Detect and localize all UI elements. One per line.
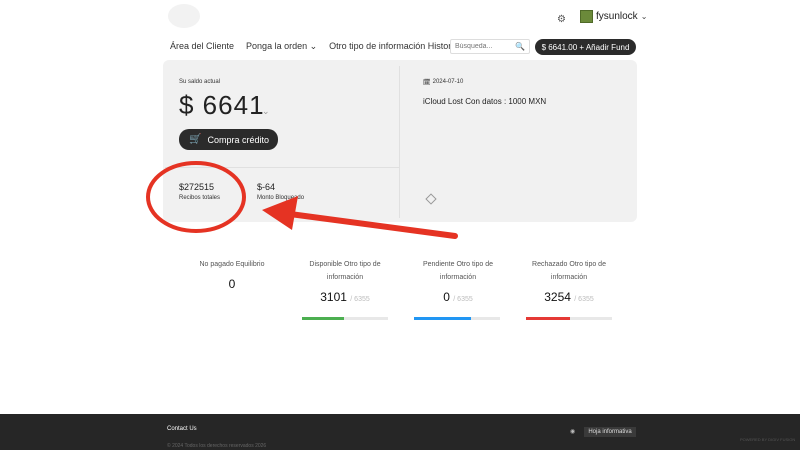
summary-available: Disponible Otro tipo de información 3101…	[300, 258, 390, 304]
total-receipts-value: $272515	[179, 182, 215, 192]
summary-value: 3101 / 6355	[300, 290, 390, 304]
summary-label: No pagado Equilibrio	[199, 261, 265, 268]
summary-number: 0	[228, 277, 236, 291]
summary-value: 0	[187, 277, 277, 291]
summary-number: 0	[443, 290, 450, 304]
summary-rejected: Rechazado Otro tipo de información 3254 …	[524, 258, 614, 304]
buy-credit-button[interactable]: 🛒 Compra crédito	[179, 129, 278, 150]
summary-value: 0 / 6355	[413, 290, 503, 304]
newsletter-button[interactable]: Hoja informativa	[584, 427, 636, 437]
nav-item-label: Ponga la orden	[246, 41, 308, 51]
summary-pending: Pendiente Otro tipo de información 0 / 6…	[413, 258, 503, 304]
chevron-down-icon: ⌄	[309, 41, 318, 51]
progress-bar-rejected	[526, 317, 612, 320]
progress-fill	[526, 317, 570, 320]
username: fysunlock	[596, 11, 638, 22]
chevron-down-icon[interactable]: ⌄	[262, 106, 270, 117]
summary-value: 3254 / 6355	[524, 290, 614, 304]
page: ⚙ fysunlock ⌄ Área del Cliente Ponga la …	[0, 0, 800, 450]
summary-total: / 6355	[350, 296, 370, 303]
gear-icon[interactable]: ⚙	[557, 14, 566, 25]
summary-number: 3254	[544, 290, 571, 304]
buy-credit-label: Compra crédito	[207, 134, 269, 145]
event-date: 🗓 2024-07-10	[423, 79, 463, 86]
progress-bar-available	[302, 317, 388, 320]
nav-item-place-order[interactable]: Ponga la orden ⌄	[246, 41, 317, 52]
chevron-down-icon: ⌄	[640, 12, 648, 21]
cart-icon: 🛒	[189, 134, 202, 145]
divider	[165, 167, 399, 168]
divider	[399, 66, 400, 218]
nav-item-label: Otro tipo de información Historia	[329, 41, 459, 51]
summary-total: / 6355	[453, 296, 473, 303]
footer	[0, 414, 800, 450]
summary-label: Pendiente Otro tipo de información	[422, 261, 494, 281]
contact-link[interactable]: Contact Us	[167, 426, 197, 432]
progress-fill	[414, 317, 471, 320]
nav-item-history[interactable]: Otro tipo de información Historia ⌄	[329, 41, 468, 52]
balance-amount: $ 6641	[179, 90, 265, 120]
event-text: iCloud Lost Con datos : 1000 MXN	[423, 97, 547, 106]
event-date-text: 2024-07-10	[432, 79, 464, 85]
summary-label: Disponible Otro tipo de información	[309, 261, 381, 281]
summary-label: Rechazado Otro tipo de información	[532, 261, 606, 281]
user-menu[interactable]: fysunlock ⌄	[580, 10, 647, 23]
main-nav: Área del Cliente Ponga la orden ⌄ Otro t…	[170, 41, 468, 52]
summary-unpaid: No pagado Equilibrio 0	[187, 258, 277, 291]
blocked-amount-label: Monto Bloqueado	[257, 195, 305, 201]
summary-number: 3101	[320, 290, 347, 304]
logo[interactable]	[168, 4, 200, 28]
avatar	[580, 10, 593, 23]
search-icon[interactable]: 🔍	[515, 42, 525, 51]
total-receipts-label: Recibos totales	[179, 195, 221, 201]
progress-fill	[302, 317, 345, 320]
rss-icon: ◉	[570, 429, 576, 435]
nav-item-client-area[interactable]: Área del Cliente	[170, 41, 234, 52]
powered-by: POWERED BY DIGIV FUSION	[740, 437, 796, 442]
blocked-amount-value: $-64	[257, 182, 276, 192]
add-fund-button[interactable]: $ 6641.00 + Añadir Fund	[535, 39, 636, 55]
calendar-icon: 🗓	[423, 80, 431, 86]
progress-bar-pending	[414, 317, 500, 320]
copyright: © 2024 Todos los derechos reservados 202…	[167, 443, 267, 449]
balance-label: Su saldo actual	[179, 79, 221, 85]
summary-total: / 6355	[574, 296, 594, 303]
